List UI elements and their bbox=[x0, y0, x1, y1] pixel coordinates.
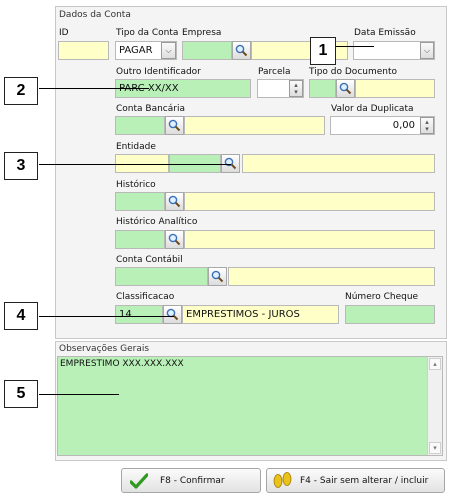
conta-contabil-code-field[interactable] bbox=[115, 267, 208, 286]
historico-analitico-name-field[interactable] bbox=[184, 230, 435, 249]
confirm-button-label: F8 - Confirmar bbox=[160, 475, 225, 486]
numero-cheque-field[interactable] bbox=[345, 305, 435, 324]
spin-arrows-icon[interactable]: ▴ ▾ bbox=[289, 80, 303, 97]
spin-arrows-icon[interactable]: ▴ ▾ bbox=[420, 117, 434, 134]
empresa-code-field[interactable] bbox=[182, 41, 232, 60]
chevron-down-icon[interactable]: ⌵ bbox=[161, 42, 176, 59]
data-emissao-label: Data Emissão bbox=[354, 28, 416, 38]
outro-identificador-label: Outro Identificador bbox=[116, 67, 201, 77]
tipo-conta-label: Tipo da Conta bbox=[116, 28, 179, 38]
observacoes-label: Observações Gerais bbox=[57, 344, 152, 354]
checkmark-icon bbox=[130, 472, 148, 489]
observacoes-textarea[interactable]: EMPRESTIMO XXX.XXX.XXX ▴ ▾ bbox=[57, 356, 443, 456]
annotation-line-4 bbox=[39, 316, 174, 317]
classificacao-label: Classificacao bbox=[116, 292, 175, 302]
numero-cheque-label: Número Cheque bbox=[345, 292, 419, 302]
section-title: Dados da Conta bbox=[57, 10, 133, 20]
conta-contabil-name-field[interactable] bbox=[228, 267, 435, 286]
conta-bancaria-name-field[interactable] bbox=[184, 116, 325, 135]
entidade-label: Entidade bbox=[116, 142, 156, 152]
valor-duplicata-label: Valor da Duplicata bbox=[331, 104, 414, 114]
scrollbar[interactable]: ▴ ▾ bbox=[427, 357, 442, 455]
annotation-line-3 bbox=[39, 164, 231, 165]
search-icon[interactable] bbox=[336, 79, 355, 98]
annotation-1: 1 bbox=[310, 37, 336, 65]
parcela-label: Parcela bbox=[258, 67, 291, 77]
historico-label: Histórico bbox=[116, 180, 156, 190]
search-icon[interactable] bbox=[208, 267, 227, 286]
search-icon[interactable] bbox=[165, 192, 184, 211]
annotation-2: 2 bbox=[4, 77, 38, 105]
search-icon[interactable] bbox=[165, 230, 184, 249]
annotation-3: 3 bbox=[4, 152, 38, 180]
search-icon[interactable] bbox=[165, 116, 184, 135]
annotation-line-1 bbox=[334, 46, 374, 47]
annotation-5: 5 bbox=[4, 380, 38, 408]
tipo-documento-code-field[interactable] bbox=[309, 79, 336, 98]
historico-analitico-code-field[interactable] bbox=[115, 230, 165, 249]
id-label: ID bbox=[59, 28, 69, 38]
historico-code-field[interactable] bbox=[115, 192, 165, 211]
cancel-button[interactable]: F4 - Sair sem alterar / incluir bbox=[266, 468, 445, 493]
footprints-icon bbox=[272, 471, 294, 490]
annotation-4: 4 bbox=[4, 302, 38, 330]
annotation-line-5 bbox=[39, 394, 119, 395]
search-icon[interactable] bbox=[163, 305, 182, 324]
observacoes-text: EMPRESTIMO XXX.XXX.XXX bbox=[60, 359, 184, 369]
scroll-up-icon[interactable]: ▴ bbox=[429, 358, 441, 370]
confirm-button[interactable]: F8 - Confirmar bbox=[121, 468, 261, 493]
tipo-documento-name-field[interactable] bbox=[355, 79, 435, 98]
cancel-button-label: F4 - Sair sem alterar / incluir bbox=[300, 475, 429, 486]
historico-name-field[interactable] bbox=[184, 192, 435, 211]
search-icon[interactable] bbox=[232, 41, 251, 60]
historico-analitico-label: Histórico Analítico bbox=[116, 217, 198, 227]
chevron-down-icon[interactable]: ⌵ bbox=[420, 42, 434, 59]
classificacao-name-field[interactable]: EMPRESTIMOS - JUROS bbox=[182, 305, 339, 324]
conta-bancaria-code-field[interactable] bbox=[115, 116, 165, 135]
scroll-down-icon[interactable]: ▾ bbox=[429, 442, 441, 454]
id-field[interactable] bbox=[58, 41, 109, 60]
classificacao-code-field[interactable]: 14 bbox=[115, 305, 163, 324]
tipo-documento-label: Tipo do Documento bbox=[309, 67, 398, 77]
conta-bancaria-label: Conta Bancária bbox=[116, 104, 185, 114]
conta-contabil-label: Conta Contábil bbox=[116, 255, 183, 265]
entidade-name-field[interactable] bbox=[242, 154, 435, 173]
annotation-line-2 bbox=[39, 88, 149, 89]
empresa-label: Empresa bbox=[182, 28, 222, 38]
